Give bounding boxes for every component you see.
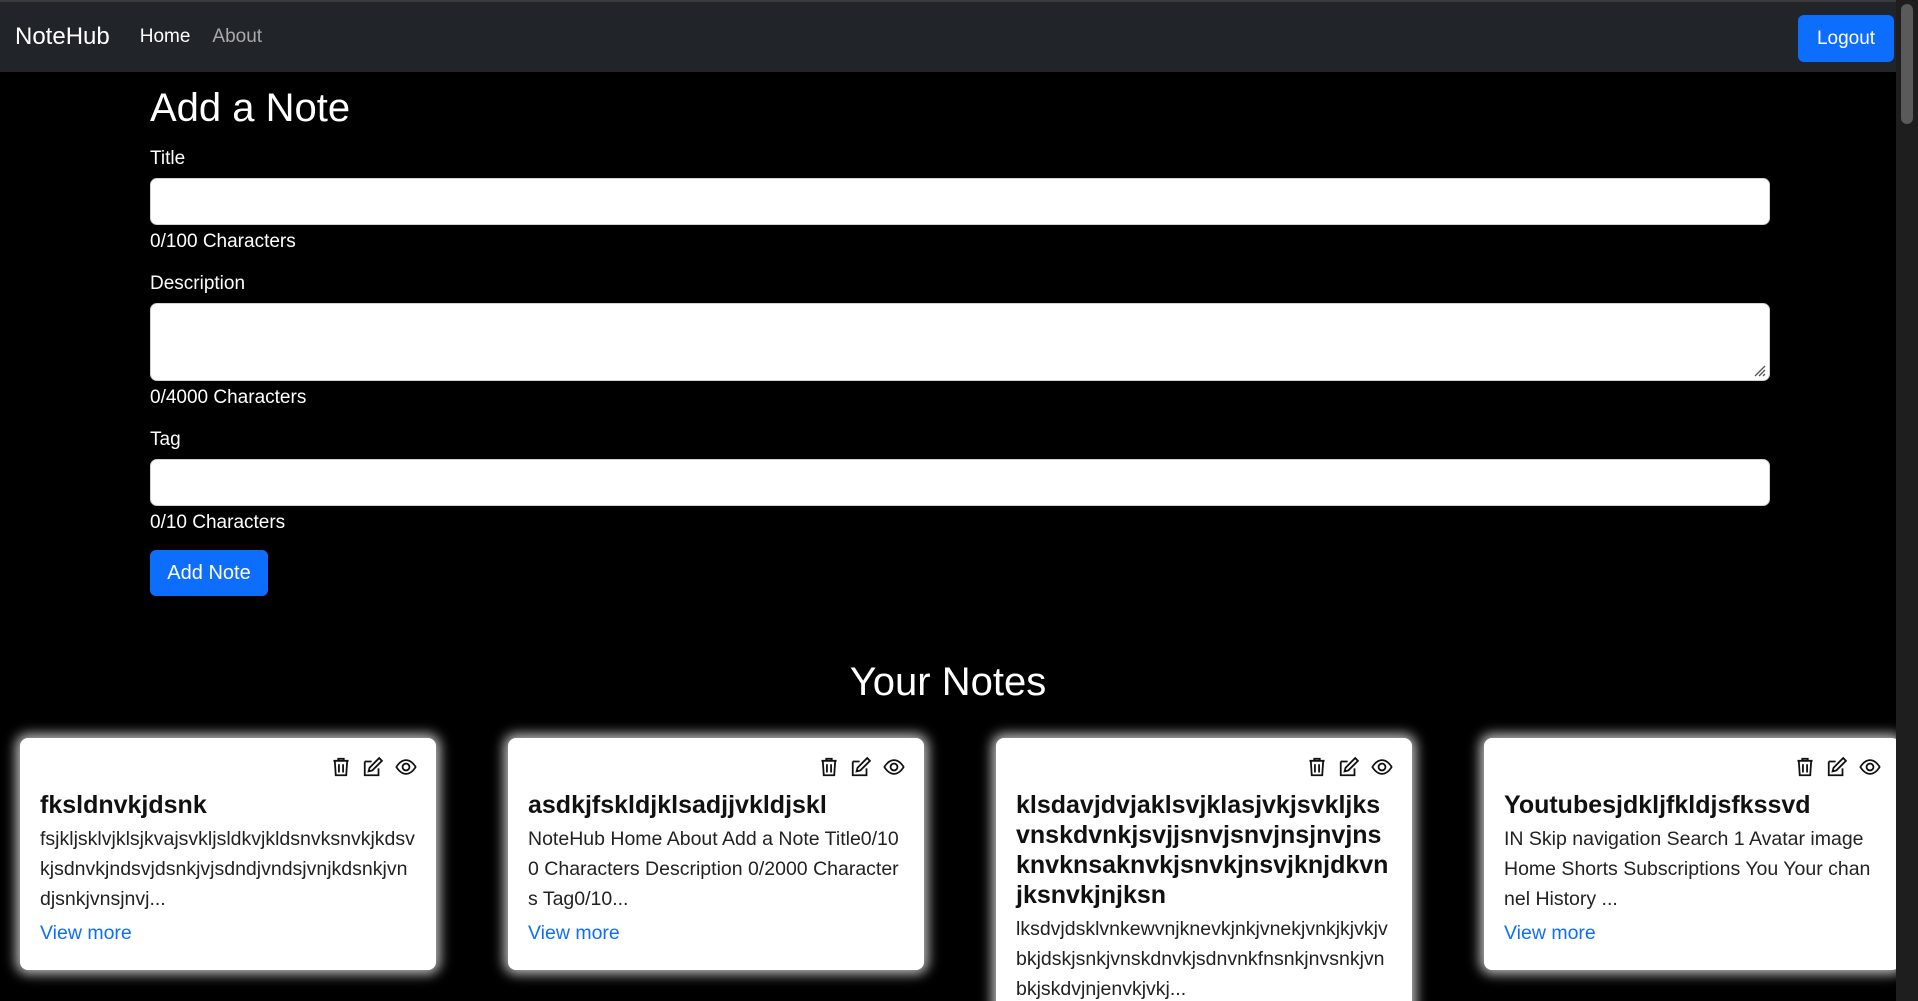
card-actions bbox=[40, 756, 417, 782]
note-description: NoteHub Home About Add a Note Title0/100… bbox=[528, 828, 899, 910]
description-counter: 0/4000 Characters bbox=[150, 387, 307, 408]
scrollbar-thumb[interactable] bbox=[1901, 4, 1913, 124]
brand-logo[interactable]: NoteHub bbox=[15, 23, 110, 51]
eye-icon[interactable] bbox=[1858, 756, 1881, 778]
trash-icon[interactable] bbox=[330, 756, 352, 778]
nav-link-home[interactable]: Home bbox=[140, 26, 191, 48]
title-input[interactable] bbox=[150, 178, 1770, 225]
edit-icon[interactable] bbox=[362, 756, 384, 778]
note-description: lksdvjdsklvnkewvnjknevkjnkjvnekjvnkjkjvk… bbox=[1016, 918, 1388, 1000]
edit-icon[interactable] bbox=[1826, 756, 1848, 778]
note-card: asdkjfskldjklsadjjvkldjskl NoteHub Home … bbox=[508, 738, 924, 970]
note-title: asdkjfskldjklsadjjvkldjskl bbox=[528, 791, 827, 819]
note-description: fsjkljsklvjklsjkvajsvkljsldkvjkldsnvksnv… bbox=[40, 828, 415, 910]
tag-counter: 0/10 Characters bbox=[150, 512, 286, 533]
edit-icon[interactable] bbox=[850, 756, 872, 778]
note-description: IN Skip navigation Search 1 Avatar image… bbox=[1504, 828, 1871, 910]
tag-input[interactable] bbox=[150, 459, 1770, 506]
eye-icon[interactable] bbox=[1370, 756, 1393, 778]
add-note-heading: Add a Note bbox=[150, 86, 351, 130]
trash-icon[interactable] bbox=[1794, 756, 1816, 778]
description-label: Description bbox=[150, 273, 246, 294]
nav-link-about[interactable]: About bbox=[212, 26, 262, 48]
your-notes-heading: Your Notes bbox=[849, 660, 1047, 704]
view-more-link[interactable]: View more bbox=[40, 922, 132, 945]
card-actions bbox=[528, 756, 905, 782]
card-actions bbox=[1504, 756, 1881, 782]
note-title: klsdavjdvjaklsvjklasjvkjsvkljksvnskdvnkj… bbox=[1016, 791, 1389, 909]
note-card: Youtubesjdkljfkldjsfkssvd IN Skip naviga… bbox=[1484, 738, 1896, 970]
eye-icon[interactable] bbox=[394, 756, 417, 778]
trash-icon[interactable] bbox=[1306, 756, 1328, 778]
navbar: NoteHub Home About Logout bbox=[0, 0, 1896, 72]
view-more-link[interactable]: View more bbox=[528, 922, 620, 945]
trash-icon[interactable] bbox=[818, 756, 840, 778]
description-textarea[interactable] bbox=[150, 303, 1770, 381]
title-label: Title bbox=[150, 148, 186, 169]
resize-grip-icon[interactable] bbox=[1752, 363, 1766, 377]
add-note-form: Add a Note Title 0/100 Characters Descri… bbox=[150, 72, 1770, 596]
note-title: Youtubesjdkljfkldjsfkssvd bbox=[1504, 791, 1811, 819]
note-card: fksldnvkjdsnk fsjkljsklvjklsjkvajsvkljsl… bbox=[20, 738, 436, 970]
tag-label: Tag bbox=[150, 429, 181, 450]
vertical-scrollbar[interactable] bbox=[1896, 0, 1918, 1001]
edit-icon[interactable] bbox=[1338, 756, 1360, 778]
note-title: fksldnvkjdsnk bbox=[40, 791, 207, 819]
description-textarea-wrapper bbox=[150, 303, 1770, 381]
eye-icon[interactable] bbox=[882, 756, 905, 778]
view-more-link[interactable]: View more bbox=[1504, 922, 1596, 945]
page: NoteHub Home About Logout Add a Note Tit… bbox=[0, 0, 1896, 1001]
logout-button[interactable]: Logout bbox=[1798, 15, 1894, 62]
note-card: klsdavjdvjaklsvjklasjvkjsvkljksvnskdvnkj… bbox=[996, 738, 1412, 1001]
add-note-button[interactable]: Add Note bbox=[150, 550, 268, 596]
card-actions bbox=[1016, 756, 1393, 782]
title-counter: 0/100 Characters bbox=[150, 231, 296, 252]
